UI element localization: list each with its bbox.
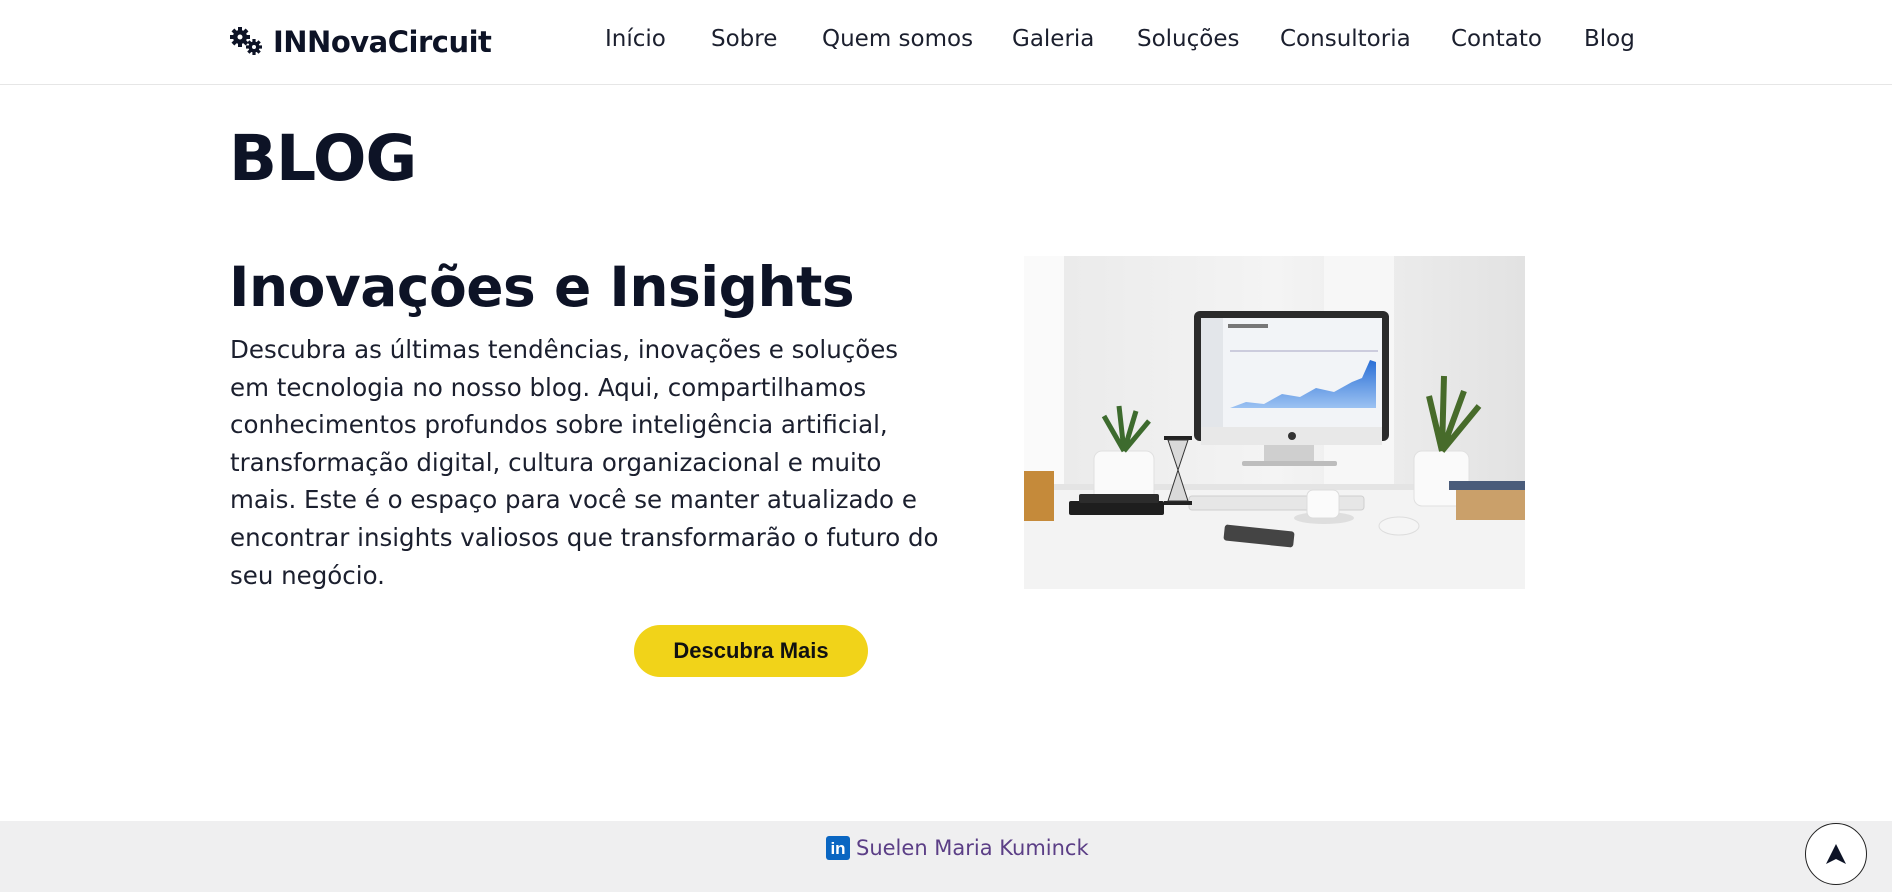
nav-item-solucoes[interactable]: Soluções (1137, 26, 1240, 52)
site-header: INNovaCircuit Início Sobre Quem somos Ga… (0, 0, 1892, 85)
main-nav: Início Sobre Quem somos Galeria Soluções… (0, 26, 1892, 60)
back-to-top-button[interactable] (1805, 823, 1867, 885)
nav-item-quem-somos[interactable]: Quem somos (822, 26, 973, 52)
blog-description: Descubra as últimas tendências, inovaçõe… (230, 335, 939, 590)
nav-item-sobre[interactable]: Sobre (711, 26, 777, 52)
nav-item-contato[interactable]: Contato (1451, 26, 1542, 52)
linkedin-icon: in (826, 836, 850, 860)
section-title: Inovações e Insights (229, 255, 855, 319)
linkedin-name: Suelen Maria Kuminck (856, 836, 1089, 860)
nav-item-consultoria[interactable]: Consultoria (1280, 26, 1411, 52)
hero-image-desk-computer (1024, 256, 1525, 589)
linkedin-link[interactable]: in Suelen Maria Kuminck (826, 836, 1089, 860)
nav-item-galeria[interactable]: Galeria (1012, 26, 1094, 52)
nav-item-inicio[interactable]: Início (605, 26, 666, 52)
discover-more-button[interactable]: Descubra Mais (634, 625, 868, 677)
nav-item-blog[interactable]: Blog (1584, 26, 1635, 52)
page-title: BLOG (229, 122, 417, 195)
arrow-up-icon (1826, 844, 1846, 864)
desk-illustration (1024, 256, 1525, 589)
